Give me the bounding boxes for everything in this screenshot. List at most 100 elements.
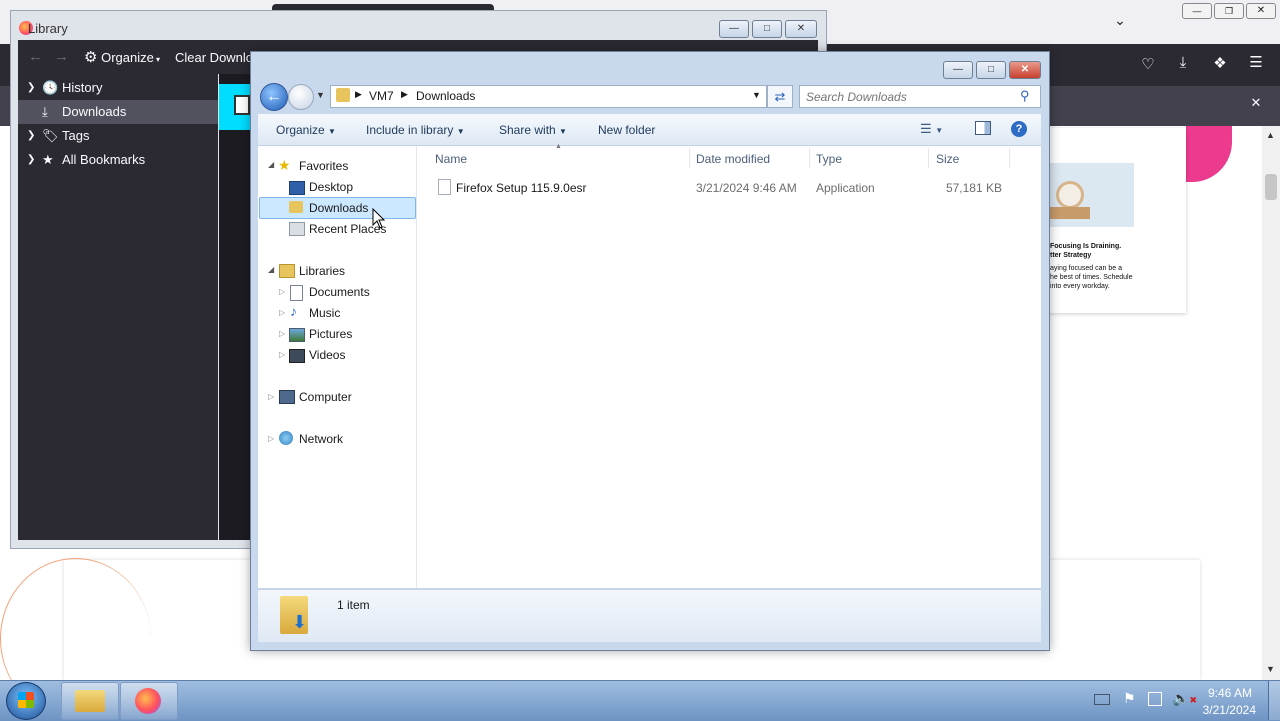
documents-icon bbox=[290, 285, 303, 301]
file-date: 3/21/2024 9:46 AM bbox=[696, 181, 797, 195]
scroll-down-arrow-icon[interactable]: ▼ bbox=[1266, 664, 1275, 674]
sidebar-item-downloads[interactable]: ⤓ Downloads bbox=[18, 100, 218, 124]
menu-icon[interactable]: ☰ bbox=[1246, 53, 1266, 71]
downloads-icon[interactable]: ⤓ bbox=[1173, 54, 1193, 71]
address-bar[interactable]: ▶ VM7 ▶ Downloads ▼ bbox=[330, 85, 767, 108]
list-all-tabs-icon[interactable]: ⌄ bbox=[1112, 12, 1128, 28]
nav-network[interactable]: Network bbox=[299, 432, 343, 446]
close-infobar-icon[interactable]: ✕ bbox=[1246, 95, 1266, 111]
details-pane bbox=[258, 589, 1041, 642]
nav-videos[interactable]: Videos bbox=[309, 348, 345, 362]
column-name[interactable]: Name bbox=[435, 152, 467, 166]
clock-time[interactable]: 9:46 AM bbox=[1192, 686, 1252, 700]
scroll-up-arrow-icon[interactable]: ▲ bbox=[1266, 130, 1275, 140]
sort-indicator-icon: ▲ bbox=[555, 143, 562, 150]
column-type[interactable]: Type bbox=[816, 152, 842, 166]
pocket-icon[interactable]: ♡ bbox=[1138, 55, 1158, 73]
star-icon: ★ bbox=[42, 152, 54, 167]
collapse-favorites-icon[interactable]: ◢ bbox=[268, 160, 274, 169]
firefox-close-button[interactable]: ✕ bbox=[1246, 3, 1276, 19]
folder-icon bbox=[336, 88, 350, 102]
explorer-back-button[interactable]: ← bbox=[260, 83, 288, 111]
back-arrow-icon[interactable]: ← bbox=[28, 48, 43, 65]
firefox-minimize-button[interactable]: — bbox=[1182, 3, 1212, 19]
clock-date[interactable]: 3/21/2024 bbox=[1192, 703, 1256, 717]
recent-places-icon bbox=[289, 222, 305, 236]
refresh-icon: ⇄ bbox=[774, 89, 786, 104]
expand-computer-icon[interactable]: ▷ bbox=[268, 392, 274, 401]
network-tray-icon[interactable] bbox=[1148, 692, 1162, 706]
sidebar-item-tags[interactable]: ❯ 🏷 Tags bbox=[18, 124, 218, 148]
article-card-image bbox=[1048, 163, 1134, 227]
sidebar-item-history[interactable]: ❯ 🕓 History bbox=[18, 76, 218, 100]
firefox-logo-icon bbox=[135, 688, 161, 714]
nav-documents[interactable]: Documents bbox=[309, 285, 370, 299]
explorer-forward-button[interactable] bbox=[288, 84, 314, 110]
nav-music[interactable]: Music bbox=[309, 306, 340, 320]
book-stack-icon bbox=[1048, 207, 1090, 219]
download-file-icon bbox=[234, 95, 250, 115]
library-organize-button[interactable]: ⚙ Organize ▾ bbox=[84, 48, 160, 66]
help-icon[interactable]: ? bbox=[1011, 121, 1027, 137]
include-in-library-button[interactable]: Include in library ▼ bbox=[366, 123, 465, 137]
firefox-page-scrollbar[interactable]: ▲ ▼ bbox=[1262, 126, 1280, 680]
address-dropdown-icon[interactable]: ▼ bbox=[752, 90, 761, 100]
nav-pictures[interactable]: Pictures bbox=[309, 327, 352, 341]
explorer-minimize-button[interactable]: — bbox=[943, 61, 973, 79]
chevron-down-icon: ▾ bbox=[153, 55, 161, 64]
nav-computer[interactable]: Computer bbox=[299, 390, 352, 404]
item-count: 1 item bbox=[337, 598, 370, 612]
breadcrumb-vm7[interactable]: VM7 bbox=[369, 89, 394, 103]
nav-favorites[interactable]: Favorites bbox=[299, 159, 348, 173]
breadcrumb-downloads[interactable]: Downloads bbox=[416, 89, 475, 103]
start-button[interactable] bbox=[6, 682, 46, 720]
search-input[interactable] bbox=[804, 87, 1013, 106]
library-close-button[interactable]: ✕ bbox=[785, 20, 817, 38]
back-arrow-icon: ← bbox=[266, 88, 282, 105]
column-date-modified[interactable]: Date modified bbox=[696, 152, 770, 166]
sidebar-item-label: Tags bbox=[62, 128, 90, 143]
taskbar-firefox-button[interactable] bbox=[120, 682, 178, 720]
column-divider bbox=[928, 148, 929, 168]
expand-music-icon[interactable]: ▷ bbox=[279, 308, 285, 317]
sidebar-item-all-bookmarks[interactable]: ❯ ★ All Bookmarks bbox=[18, 148, 218, 172]
scroll-thumb[interactable] bbox=[1265, 174, 1277, 200]
refresh-button[interactable]: ⇄ bbox=[767, 85, 793, 108]
keyboard-icon[interactable] bbox=[1094, 694, 1110, 705]
library-minimize-button[interactable]: — bbox=[719, 20, 749, 38]
organize-label: Organize bbox=[276, 123, 325, 137]
nav-libraries[interactable]: Libraries bbox=[299, 264, 345, 278]
organize-button[interactable]: Organize ▼ bbox=[276, 123, 336, 137]
expand-pictures-icon[interactable]: ▷ bbox=[279, 329, 285, 338]
download-arrow-icon: ⬇ bbox=[292, 612, 308, 632]
column-size[interactable]: Size bbox=[936, 152, 959, 166]
nav-desktop[interactable]: Desktop bbox=[309, 180, 353, 194]
downloads-folder-icon bbox=[289, 201, 303, 213]
search-icon[interactable]: ⚲ bbox=[1020, 88, 1030, 104]
clear-downloads-button[interactable]: Clear Downloa bbox=[175, 50, 260, 65]
expand-videos-icon[interactable]: ▷ bbox=[279, 350, 285, 359]
action-center-flag-icon[interactable]: ⚑ bbox=[1123, 690, 1136, 707]
file-name[interactable]: Firefox Setup 115.9.0esr bbox=[456, 181, 587, 195]
show-desktop-button[interactable] bbox=[1268, 681, 1280, 720]
expand-documents-icon[interactable]: ▷ bbox=[279, 287, 285, 296]
preview-pane-icon[interactable] bbox=[975, 121, 991, 135]
change-view-icon[interactable]: ☰ ▼ bbox=[920, 121, 943, 137]
collapse-libraries-icon[interactable]: ◢ bbox=[268, 265, 274, 274]
firefox-restore-button[interactable]: ❐ bbox=[1214, 3, 1244, 19]
explorer-close-button[interactable]: ✕ bbox=[1009, 61, 1041, 79]
recent-pages-chevron-icon[interactable]: ▼ bbox=[316, 90, 325, 100]
new-folder-button[interactable]: New folder bbox=[598, 123, 655, 137]
nav-downloads[interactable]: Downloads bbox=[309, 201, 368, 215]
taskbar-explorer-button[interactable] bbox=[61, 682, 119, 720]
library-maximize-button[interactable]: □ bbox=[752, 20, 782, 38]
extensions-icon[interactable]: ❖ bbox=[1210, 54, 1230, 72]
share-with-button[interactable]: Share with ▼ bbox=[499, 123, 567, 137]
search-box[interactable]: ⚲ bbox=[799, 85, 1041, 108]
expand-network-icon[interactable]: ▷ bbox=[268, 434, 274, 443]
explorer-maximize-button[interactable]: □ bbox=[976, 61, 1006, 79]
chevron-right-icon: ❯ bbox=[27, 82, 36, 93]
computer-icon bbox=[279, 390, 295, 404]
tag-icon: 🏷 bbox=[42, 128, 59, 143]
forward-arrow-icon[interactable]: → bbox=[54, 48, 69, 65]
